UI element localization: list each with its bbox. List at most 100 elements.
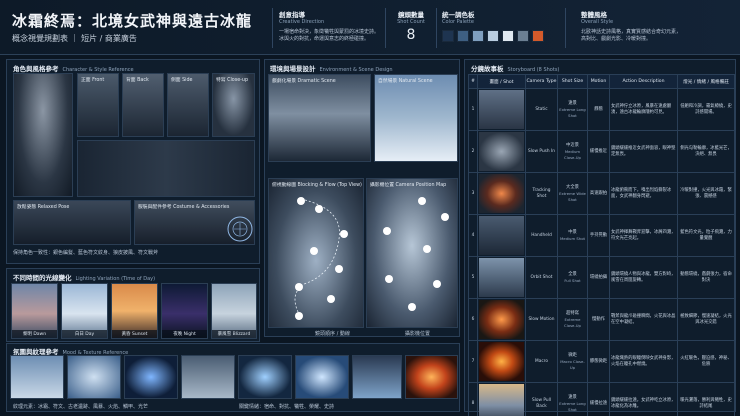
divider [565,8,566,48]
storyboard-row: 1 Static 遠景 Extreme Long Shot 靜態 女武神佇立冰原，風暴在遠… [468,88,735,131]
action-description: 鏡頭環繞人物與冰龍，雙方對峙，風雪在周圍旋轉。 [609,256,678,299]
page-title: 冰霜終焉：北境女武神與遠古冰龍 [12,12,253,30]
camera-markers [383,197,449,311]
storyboard-header-cell: 燈光 / 情緒 / 風格備註 [677,74,735,89]
creative-subtitle: Creative Direction [279,19,325,25]
lighting-night: 夜晚 Night [161,283,208,339]
shot-frame-image [479,384,524,416]
shot-frame-image [479,300,524,339]
lighting-notes: 低飽和冷調，霧氣繚繞，史詩感開場。 [677,88,735,131]
shot-number: 2 [468,130,478,173]
shot-size: 遠景 Extreme Long Shot [557,382,588,416]
style-text-1: 北歐神話史詩風格，真實質感結合奇幻元素， [581,29,682,35]
camera-legend: 攝影機位置 [405,331,431,337]
mood-texture-5 [238,355,292,399]
storyboard-row: 2 Slow Push In 中近景 Medium Close-Up 緩慢推近 鏡頭緩緩推… [468,130,735,173]
rune-shield-icon [227,216,253,242]
palette-swatch-6 [517,30,529,42]
lighting-notes: 暖光灑落，勝利與犧牲，史詩結尾 [677,382,735,416]
overall-style: 整體風格 Overall Style 北歐神話史詩風格，真實質感結合奇幻元素， … [581,9,731,43]
shot-count-value: 8 [406,27,416,43]
dramatic-scene-label: 戲劇化場景 Dramatic Scene [272,79,336,84]
mood-texture-7 [352,355,402,399]
lighting-blizzard: 暴風雪 Blizzard [211,283,257,339]
shot-thumbnail [477,172,526,215]
natural-scene-label: 自然場景 Natural Scene [378,79,433,84]
action-description: 女武神佇立冰原，風暴在遠處翻湧，遠古冰龍輪廓隱約可見。 [609,88,678,131]
camera-motion: 高速跟拍 [587,172,610,215]
character-main-portrait [13,73,73,197]
storyboard-table: # 畫面 / Shot Camera Type Shot Size Motion Acti… [468,74,735,416]
storyboard-subtitle: Storyboard (8 Shots) [507,67,560,73]
shot-size: 中景 Medium Shot [557,214,588,257]
lighting-dawn: 黎明 Dawn [11,283,58,339]
action-description: 冰龍俯衝而下，噴出烈焰撕裂冰面，女武神翻身閃避。 [609,172,678,215]
view-back: 背面 Back [122,73,164,137]
environment-subtitle: Environment & Scene Design [319,67,393,73]
shot-thumbnail [477,382,526,416]
shot-frame-image [479,342,524,381]
mood-texture-4 [181,355,235,399]
shot-count: 鏡頭數量 Shot Count 8 [391,9,431,43]
creative-title: 創意指導 [279,11,305,19]
camera-type: Macro [525,340,558,383]
palette-swatch-5 [502,30,514,42]
storyboard-header-cell: # [468,74,478,89]
shot-size: 中近景 Medium Close-Up [557,130,588,173]
palette-swatch-1 [442,30,454,42]
action-description: 鏡頭緩緩推近女武神面容，眼神堅定無畏。 [609,130,678,173]
lighting-notes: 側光勾勒輪廓，冰藍光芒，決絕、無畏 [677,130,735,173]
palette-title: 統一調色板 [442,11,475,19]
camera-type: Tracking Shot [525,172,558,215]
lighting-subtitle: Lighting Variation (Time of Day) [75,276,156,282]
shot-count-subtitle: Shot Count [397,19,425,25]
camera-motion: 緩慢推近 [587,130,610,173]
palette-swatch-2 [457,30,469,42]
relaxed-pose-tile: 放鬆姿態 Relaxed Pose [13,200,131,245]
shot-number: 1 [468,88,478,131]
lighting-day: 白日 Day [61,283,108,339]
shot-size-en: Extreme Wide Shot [559,190,586,202]
blocking-map: 俯視動線圖 Blocking & Flow (Top View) [268,178,364,328]
style-subtitle: Overall Style [581,19,614,25]
shot-frame-image [479,174,524,213]
shot-frame-image [479,216,524,255]
camera-type: Static [525,88,558,131]
relaxed-pose-label: 放鬆姿態 Relaxed Pose [17,205,70,210]
divider [385,8,386,48]
page-subtitle: 概念視覺規劃表 ｜ 短片 / 商業廣告 [12,34,137,43]
costume-tile: 服裝與配件參考 Costume & Accessories [134,200,255,245]
shot-size: 遠景 Extreme Long Shot [557,88,588,131]
camera-type: Orbit Shot [525,256,558,299]
camera-type: Slow Push In [525,130,558,173]
shot-count-title: 鏡頭數量 [398,11,424,19]
creative-text-1: 一場宿命對決，象徵犧牲與蒙罰的冰境史詩。 [279,29,380,35]
storyboard-row: 7 Macro 微距 Macro Close-Up 靜態微距 冰龍熾熱的眼瞳倒映女武神身影… [468,340,735,383]
mood-texture-8 [405,355,458,399]
storyboard-row: 3 Tracking Shot 大全景 Extreme Wide Shot 高速跟拍 冰龍… [468,172,735,215]
camera-type: Handheld [525,214,558,257]
palette-swatch-3 [472,30,484,42]
view-front: 正面 Front [77,73,119,137]
storyboard-title: 分鏡故事板 Storyboard (8 Shots) [471,65,560,73]
style-title: 整體風格 [581,11,607,19]
shot-number: 3 [468,172,478,215]
character-title: 角色與風格參考 Character & Style Reference [13,65,134,73]
palette-subtitle: Color Palette [442,19,474,25]
storyboard-header-cell: Camera Type [525,74,558,89]
dramatic-scene-tile: 戲劇化場景 Dramatic Scene [268,74,371,162]
action-description: 女武神揮舞戰斧迎擊，冰屑四濺，符文光芒亮起。 [609,214,678,257]
lighting-sunset: 黃昏 Sunset [111,283,158,339]
camera-position-map: 攝影機位置 Camera Position Map [366,178,458,328]
blocking-path [294,197,348,320]
camera-type: Slow Motion [525,298,558,341]
shot-size: 微距 Macro Close-Up [557,340,588,383]
mood-texture-note: 紋理元素：冰霜、符文、古老遺跡、風暴、火焰、鱗甲、光芒 [13,404,149,410]
shot-size-en: Macro Close-Up [560,358,585,370]
mood-texture-1 [10,355,64,399]
shot-number: 6 [468,298,478,341]
creative-direction: 創意指導 Creative Direction 一場宿命對決，象徵犧牲與蒙罰的冰… [279,9,379,43]
mood-emotion-note: 關鍵情緒：宿命、對抗、犧牲、榮耀、史詩 [239,404,335,410]
shot-number: 5 [468,256,478,299]
storyboard-row: 4 Handheld 中景 Medium Shot 手持晃動 女武神揮舞戰斧迎擊，冰屑四濺… [468,214,735,257]
